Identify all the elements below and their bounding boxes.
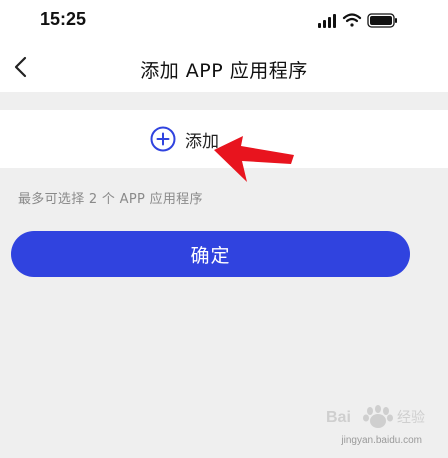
signal-icon [318, 14, 336, 28]
red-arrow-icon [214, 136, 294, 182]
status-time: 15:25 [40, 9, 87, 29]
hint-text: 最多可选择 2 个 APP 应用程序 [18, 192, 203, 207]
svg-text:Bai: Bai [326, 409, 351, 426]
status-icons [318, 13, 397, 28]
page-title: 添加 APP 应用程序 [140, 60, 308, 82]
battery-icon [367, 13, 397, 28]
confirm-button[interactable]: 确定 [11, 231, 410, 277]
svg-text:经验: 经验 [397, 410, 425, 426]
baidu-watermark-icon: Bai 经验 [326, 405, 425, 428]
status-bar: 15:25 [0, 0, 448, 42]
plus-circle-icon [150, 126, 176, 152]
wifi-icon [342, 13, 362, 27]
watermark-url: jingyan.baidu.com [341, 435, 422, 446]
nav-bar: 添加 APP 应用程序 [0, 42, 448, 92]
